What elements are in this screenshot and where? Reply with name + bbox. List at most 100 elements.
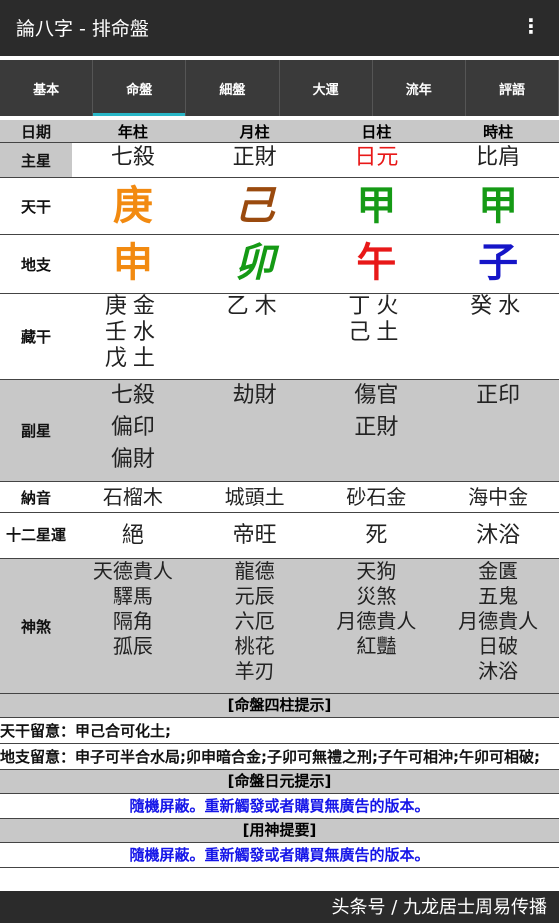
fuxing-cell: 七殺 偏印 偏財 — [72, 380, 194, 481]
canggan-cell: 乙木 — [194, 294, 316, 379]
shensha-item: 驛馬 — [112, 584, 153, 608]
tiangan-note-text: 甲己合可化土; — [75, 722, 172, 740]
main-star-cell: 比肩 — [476, 145, 521, 170]
tab-basic[interactable]: 基本 — [0, 60, 94, 116]
tiangan-note-key: 天干留意： — [0, 722, 76, 740]
chart-grid: 日期 年柱 月柱 日柱 時柱 主星 七殺 正財 日元 比肩 天干 庚 己 甲 甲… — [0, 120, 559, 868]
fuxing-cell: 正印 — [437, 380, 559, 481]
header-row: 日期 年柱 月柱 日柱 時柱 — [0, 120, 559, 143]
main-star-cell: 七殺 — [110, 145, 155, 170]
shensha-cell: 天德貴人 驛馬 隔角 孤辰 — [72, 559, 194, 693]
dizhi-row: 地支 申 卯 午 子 — [0, 235, 559, 294]
tab-chart[interactable]: 命盤 — [93, 60, 187, 116]
shensha-item: 月德貴人 — [336, 609, 417, 633]
tiangan-cell: 甲 — [356, 183, 397, 229]
shensha-item: 羊刃 — [234, 659, 275, 683]
tab-liunian[interactable]: 流年 — [373, 60, 466, 116]
fuxing-cell: 傷官 正財 — [316, 380, 438, 481]
yongshen-tip-heading: [用神提要] — [0, 819, 559, 843]
fuxing-item: 偏財 — [110, 447, 155, 472]
header-col: 日柱 — [361, 122, 392, 141]
main-star-label: 主星 — [0, 143, 72, 177]
tab-detail[interactable]: 細盤 — [186, 60, 280, 116]
shensha-item: 孤辰 — [112, 634, 153, 658]
dizhi-note: 地支留意： 申子可半合水局;卯申暗合金;子卯可無禮之刑;子午可相沖;午卯可相破; — [0, 744, 559, 770]
shensha-item: 桃花 — [234, 634, 275, 658]
nayin-label: 納音 — [20, 488, 51, 507]
xingyun-cell: 死 — [365, 522, 388, 548]
dizhi-note-key: 地支留意： — [0, 748, 76, 766]
canggan-cell: 癸水 — [437, 294, 559, 379]
app-title: 論八字 - 排命盤 — [16, 18, 149, 40]
shensha-item: 日破 — [478, 634, 519, 658]
xingyun-cell: 帝旺 — [232, 522, 277, 548]
shensha-cell: 龍德 元辰 六厄 桃花 羊刃 — [194, 559, 316, 693]
canggan-item: 癸水 — [470, 294, 527, 319]
xingyun-cell: 絕 — [121, 522, 144, 548]
tiangan-cell: 甲 — [478, 183, 519, 229]
nayin-cell: 石榴木 — [102, 484, 163, 509]
main-star-cell: 日元 — [354, 145, 399, 170]
shensha-item: 災煞 — [356, 584, 397, 608]
dizhi-cell: 午 — [356, 240, 397, 286]
fuxing-item: 正財 — [354, 415, 399, 440]
shensha-item: 金匱 — [478, 559, 519, 583]
fuxing-item: 劫財 — [232, 383, 277, 408]
main-star-row: 主星 七殺 正財 日元 比肩 — [0, 143, 559, 178]
pillars-tip-heading: [命盤四柱提示] — [0, 694, 559, 718]
xingyun-label: 十二星運 — [5, 526, 66, 544]
shensha-item: 天狗 — [356, 559, 397, 583]
canggan-item: 乙木 — [226, 294, 283, 319]
dizhi-cell: 子 — [478, 240, 519, 286]
canggan-item: 戊土 — [104, 346, 161, 371]
tiangan-row: 天干 庚 己 甲 甲 — [0, 178, 559, 235]
tab-comments[interactable]: 評語 — [466, 60, 559, 116]
overflow-menu-icon[interactable]: ⋮ — [521, 14, 541, 38]
shensha-cell: 天狗 災煞 月德貴人 紅豔 — [316, 559, 438, 693]
fuxing-item: 七殺 — [110, 383, 155, 408]
shensha-item: 五鬼 — [478, 584, 519, 608]
fuxing-item: 偏印 — [110, 415, 155, 440]
xingyun-cell: 沐浴 — [476, 522, 521, 548]
shensha-item: 隔角 — [112, 609, 153, 633]
tiangan-cell: 庚 — [112, 183, 153, 229]
dayuan-tip-heading: [命盤日元提示] — [0, 770, 559, 794]
header-col: 月柱 — [239, 122, 270, 141]
fuxing-label: 副星 — [20, 422, 51, 440]
canggan-row: 藏干 庚金 壬水 戊土 乙木 丁火 己土 癸水 — [0, 294, 559, 380]
fuxing-row: 副星 七殺 偏印 偏財 劫財 傷官 正財 正印 — [0, 380, 559, 482]
hidden-notice[interactable]: 隨機屏蔽。重新觸發或者購買無廣告的版本。 — [0, 794, 559, 819]
canggan-item: 壬水 — [104, 320, 161, 345]
tiangan-note: 天干留意：甲己合可化土; — [0, 718, 559, 744]
canggan-item: 丁火 — [348, 294, 405, 319]
header-col: 年柱 — [117, 122, 148, 141]
canggan-label: 藏干 — [20, 328, 51, 346]
shensha-item: 紅豔 — [356, 634, 397, 658]
dizhi-cell: 申 — [112, 240, 153, 286]
header-col: 時柱 — [483, 122, 514, 141]
shensha-item: 月德貴人 — [458, 609, 539, 633]
tiangan-label: 天干 — [20, 197, 51, 216]
tab-bar: 基本 命盤 細盤 大運 流年 評語 — [0, 60, 559, 116]
nayin-cell: 砂石金 — [346, 484, 407, 509]
main-star-cell: 正財 — [232, 145, 277, 170]
fuxing-item: 傷官 — [354, 383, 399, 408]
shensha-item: 元辰 — [234, 584, 275, 608]
dizhi-label: 地支 — [20, 255, 51, 274]
shensha-item: 天德貴人 — [92, 559, 173, 583]
canggan-item: 己土 — [348, 320, 405, 345]
shensha-cell: 金匱 五鬼 月德貴人 日破 沐浴 — [437, 559, 559, 693]
fuxing-item: 正印 — [476, 383, 521, 408]
nayin-cell: 海中金 — [468, 484, 529, 509]
shensha-item: 六厄 — [234, 609, 275, 633]
fuxing-cell: 劫財 — [194, 380, 316, 481]
xingyun-row: 十二星運 絕 帝旺 死 沐浴 — [0, 513, 559, 559]
shensha-row: 神煞 天德貴人 驛馬 隔角 孤辰 龍德 元辰 六厄 桃花 羊刃 天狗 災煞 月德… — [0, 559, 559, 694]
nayin-row: 納音 石榴木 城頭土 砂石金 海中金 — [0, 482, 559, 513]
app-bar: 論八字 - 排命盤 ⋮ — [0, 0, 559, 56]
shensha-item: 龍德 — [234, 559, 275, 583]
shensha-label: 神煞 — [20, 617, 51, 636]
dizhi-note-text: 申子可半合水局;卯申暗合金;子卯可無禮之刑;子午可相沖;午卯可相破; — [75, 748, 541, 766]
hidden-notice[interactable]: 隨機屏蔽。重新觸發或者購買無廣告的版本。 — [0, 843, 559, 868]
tab-dayun[interactable]: 大運 — [280, 60, 373, 116]
